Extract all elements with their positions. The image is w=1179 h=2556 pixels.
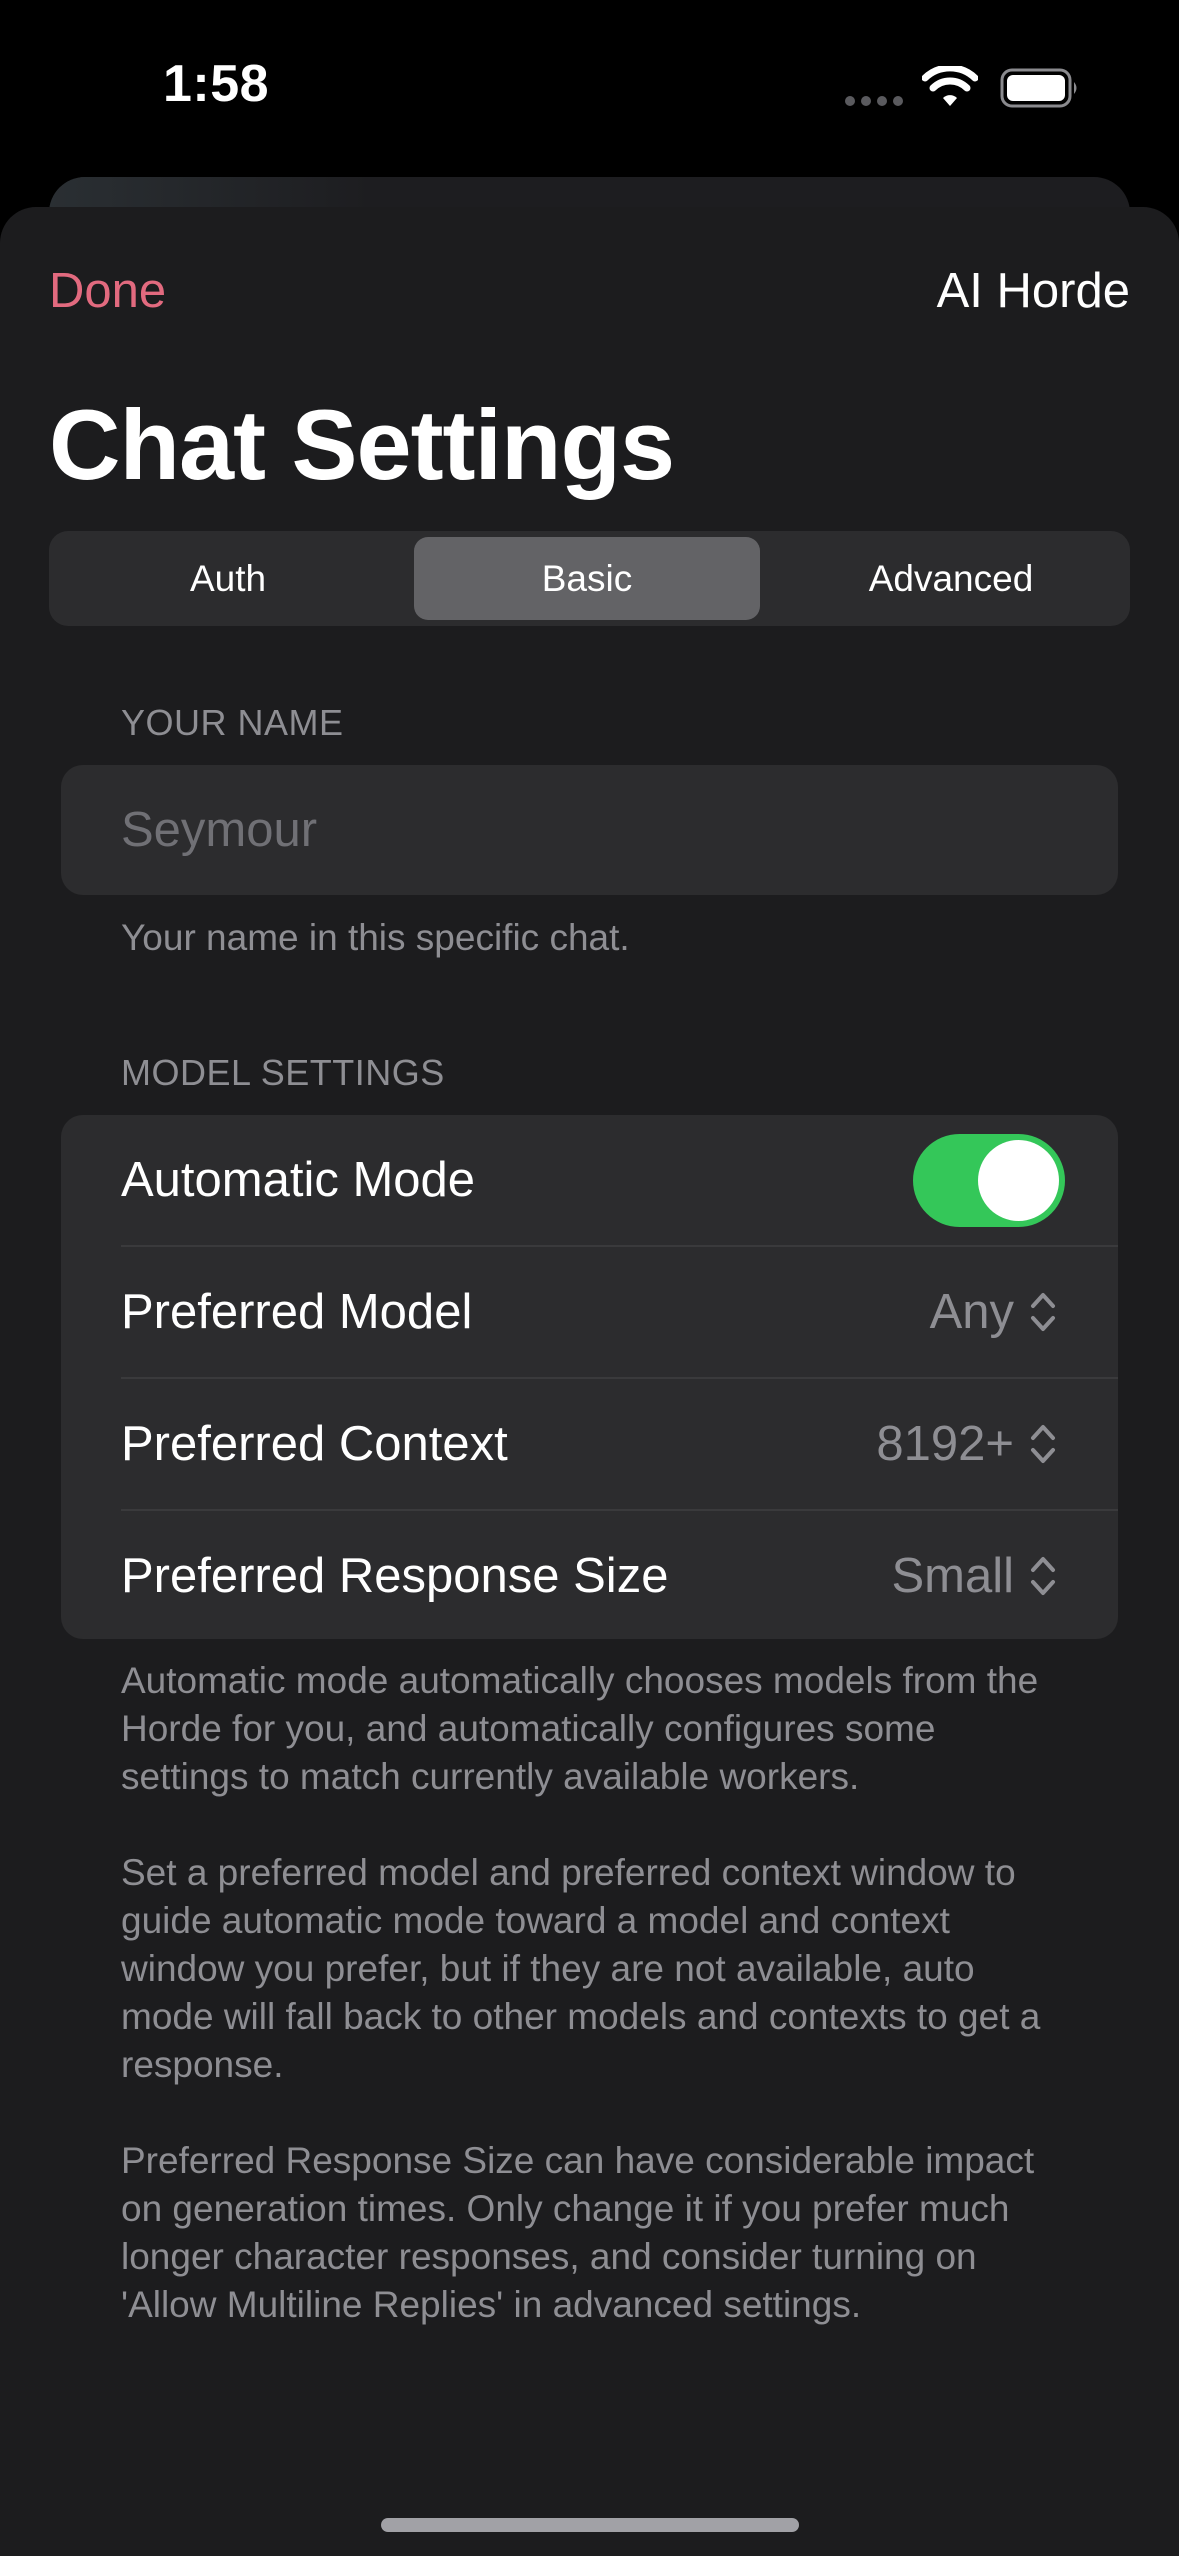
your-name-header: YOUR NAME xyxy=(121,702,344,743)
tab-advanced[interactable]: Advanced xyxy=(778,537,1124,620)
preferred-model-row[interactable]: Preferred Model Any xyxy=(61,1247,1118,1378)
done-button[interactable]: Done xyxy=(49,263,166,319)
model-settings-group: Automatic Mode Preferred Model Any Prefe… xyxy=(61,1115,1118,1639)
preferred-context-value[interactable]: 8192+ xyxy=(876,1379,1014,1510)
your-name-field-container xyxy=(61,765,1118,895)
footer-paragraph: Automatic mode automatically chooses mod… xyxy=(121,1660,1039,1797)
preferred-context-label: Preferred Context xyxy=(121,1417,508,1471)
provider-label: AI Horde xyxy=(936,264,1130,318)
preferred-response-size-label: Preferred Response Size xyxy=(121,1549,669,1603)
tab-auth[interactable]: Auth xyxy=(55,537,401,620)
model-settings-header: MODEL SETTINGS xyxy=(121,1052,445,1093)
status-time: 1:58 xyxy=(163,55,270,113)
preferred-model-label: Preferred Model xyxy=(121,1285,473,1339)
preferred-model-value[interactable]: Any xyxy=(930,1247,1014,1378)
status-bar: 1:58 xyxy=(0,0,1179,170)
preferred-response-size-value[interactable]: Small xyxy=(891,1511,1014,1639)
automatic-mode-label: Automatic Mode xyxy=(121,1153,476,1207)
home-indicator xyxy=(381,2518,799,2532)
page-title: Chat Settings xyxy=(49,389,675,500)
footer-paragraph: Set a preferred model and preferred cont… xyxy=(121,1852,1041,2085)
your-name-input[interactable] xyxy=(121,765,1081,895)
up-down-chevron-icon xyxy=(1031,1425,1055,1463)
up-down-chevron-icon xyxy=(1031,1557,1055,1595)
automatic-mode-row: Automatic Mode xyxy=(61,1115,1118,1246)
footer-paragraph: Preferred Response Size can have conside… xyxy=(121,2140,1035,2325)
model-settings-footer: Automatic mode automatically chooses mod… xyxy=(121,1657,1061,2377)
wifi-icon xyxy=(922,66,978,106)
battery-icon xyxy=(1000,68,1077,108)
toggle-knob xyxy=(978,1140,1059,1221)
automatic-mode-toggle[interactable] xyxy=(913,1134,1065,1227)
preferred-response-size-row[interactable]: Preferred Response Size Small xyxy=(61,1511,1118,1639)
preferred-context-row[interactable]: Preferred Context 8192+ xyxy=(61,1379,1118,1510)
up-down-chevron-icon xyxy=(1031,1293,1055,1331)
cellular-signal-icon xyxy=(845,96,903,106)
your-name-footer: Your name in this specific chat. xyxy=(121,917,630,958)
settings-tabs: Auth Basic Advanced xyxy=(49,531,1130,626)
tab-basic[interactable]: Basic xyxy=(414,537,760,620)
